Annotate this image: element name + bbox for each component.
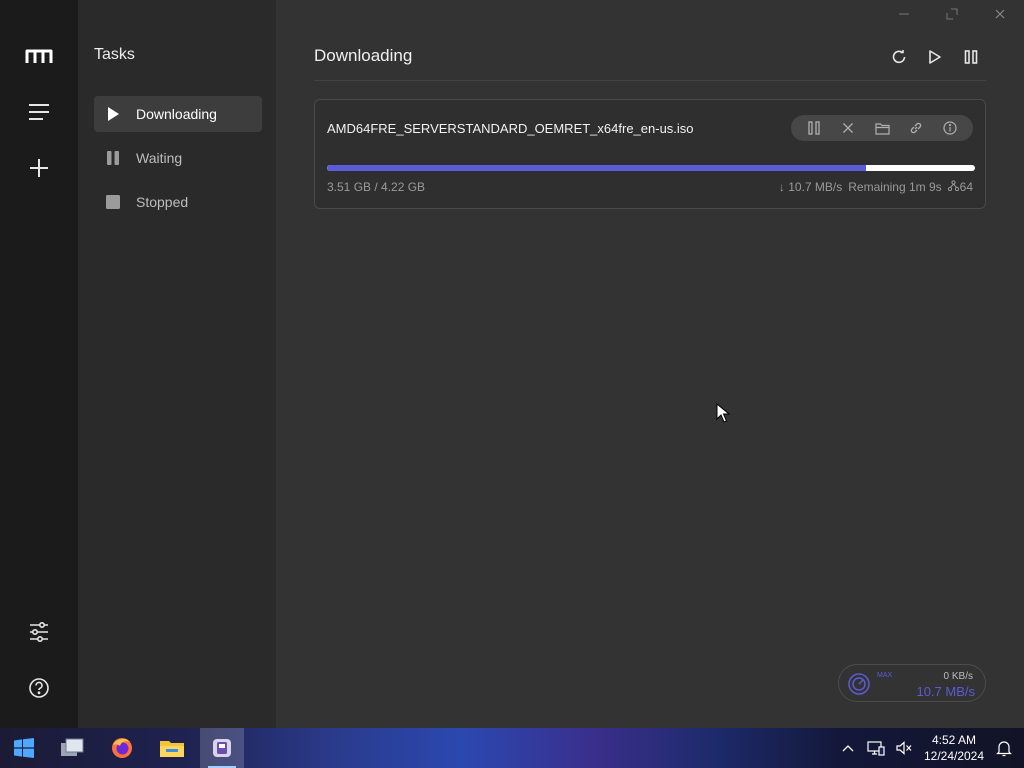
progress-fill: [327, 165, 867, 171]
speedometer[interactable]: MAX 0 KB/s 10.7 MB/s: [838, 664, 986, 702]
nav-item-waiting[interactable]: Waiting: [94, 140, 262, 176]
maximize-icon[interactable]: [938, 4, 966, 24]
task-actions: [791, 115, 973, 141]
windows-start-icon[interactable]: [2, 728, 46, 768]
info-icon[interactable]: [939, 117, 961, 139]
task-stats: ↓ 10.7 MB/s Remaining 1m 9s 64: [779, 180, 973, 194]
close-icon[interactable]: [986, 4, 1014, 24]
speed-mode: MAX: [877, 672, 893, 679]
menu-icon[interactable]: [19, 92, 59, 132]
clock-time: 4:52 AM: [931, 733, 977, 747]
network-icon[interactable]: [866, 738, 886, 758]
header-divider: [314, 80, 986, 81]
subnav-title: Tasks: [94, 46, 135, 63]
connections-group: 64: [947, 180, 973, 194]
progress-bar: [327, 165, 975, 171]
motrix-taskbar-button[interactable]: [200, 728, 244, 768]
pause-all-icon[interactable]: [960, 46, 982, 68]
tasks-subnav: Tasks Downloading Waiting Stopped: [78, 0, 276, 728]
app-sidebar: [0, 0, 78, 728]
nav-item-label: Downloading: [136, 106, 217, 122]
file-explorer-icon[interactable]: [150, 728, 194, 768]
upload-speed: 0 KB/s: [943, 671, 973, 682]
task-connections: 64: [959, 180, 973, 194]
firefox-icon[interactable]: [100, 728, 144, 768]
minimize-icon[interactable]: [890, 4, 918, 24]
stop-icon: [106, 194, 128, 210]
task-remaining: Remaining 1m 9s: [848, 180, 942, 194]
task-speed: ↓ 10.7 MB/s: [778, 180, 843, 194]
link-icon[interactable]: [905, 117, 927, 139]
pause-icon: [106, 150, 128, 166]
speedometer-icon: [847, 672, 871, 701]
chevron-up-icon[interactable]: [838, 738, 858, 758]
page-title: Downloading: [314, 46, 413, 65]
nav-item-label: Waiting: [136, 150, 183, 166]
play-icon: [106, 106, 128, 122]
task-size: 3.51 GB / 4.22 GB: [327, 180, 426, 194]
nav-item-label: Stopped: [136, 194, 189, 210]
task-card[interactable]: AMD64FRE_SERVERSTANDARD_OEMRET_x64fre_en…: [314, 99, 986, 209]
mouse-cursor-icon: [716, 402, 731, 428]
motrix-logo-icon[interactable]: [19, 36, 59, 76]
main-panel: Downloading AMD64FRE_SERVERSTANDARD_OEMR…: [276, 0, 1024, 728]
connections-icon: [947, 180, 959, 194]
clock-date: 12/24/2024: [923, 749, 985, 763]
sliders-icon[interactable]: [19, 612, 59, 652]
delete-icon[interactable]: [837, 117, 859, 139]
plus-icon[interactable]: [19, 148, 59, 188]
help-icon[interactable]: [19, 668, 59, 708]
windows-taskbar: 4:52 AM 12/24/2024: [0, 728, 1024, 768]
nav-item-stopped[interactable]: Stopped: [94, 184, 262, 220]
refresh-icon[interactable]: [888, 46, 910, 68]
pause-icon[interactable]: [803, 117, 825, 139]
notification-icon[interactable]: [994, 738, 1014, 758]
nav-item-downloading[interactable]: Downloading: [94, 96, 262, 132]
volume-muted-icon[interactable]: [894, 738, 914, 758]
system-clock[interactable]: 4:52 AM 12/24/2024: [918, 732, 990, 764]
download-speed: 10.7 MB/s: [916, 684, 975, 699]
folder-icon[interactable]: [871, 117, 893, 139]
task-view-icon[interactable]: [50, 728, 94, 768]
resume-all-icon[interactable]: [924, 46, 946, 68]
task-name: AMD64FRE_SERVERSTANDARD_OEMRET_x64fre_en…: [327, 121, 694, 136]
